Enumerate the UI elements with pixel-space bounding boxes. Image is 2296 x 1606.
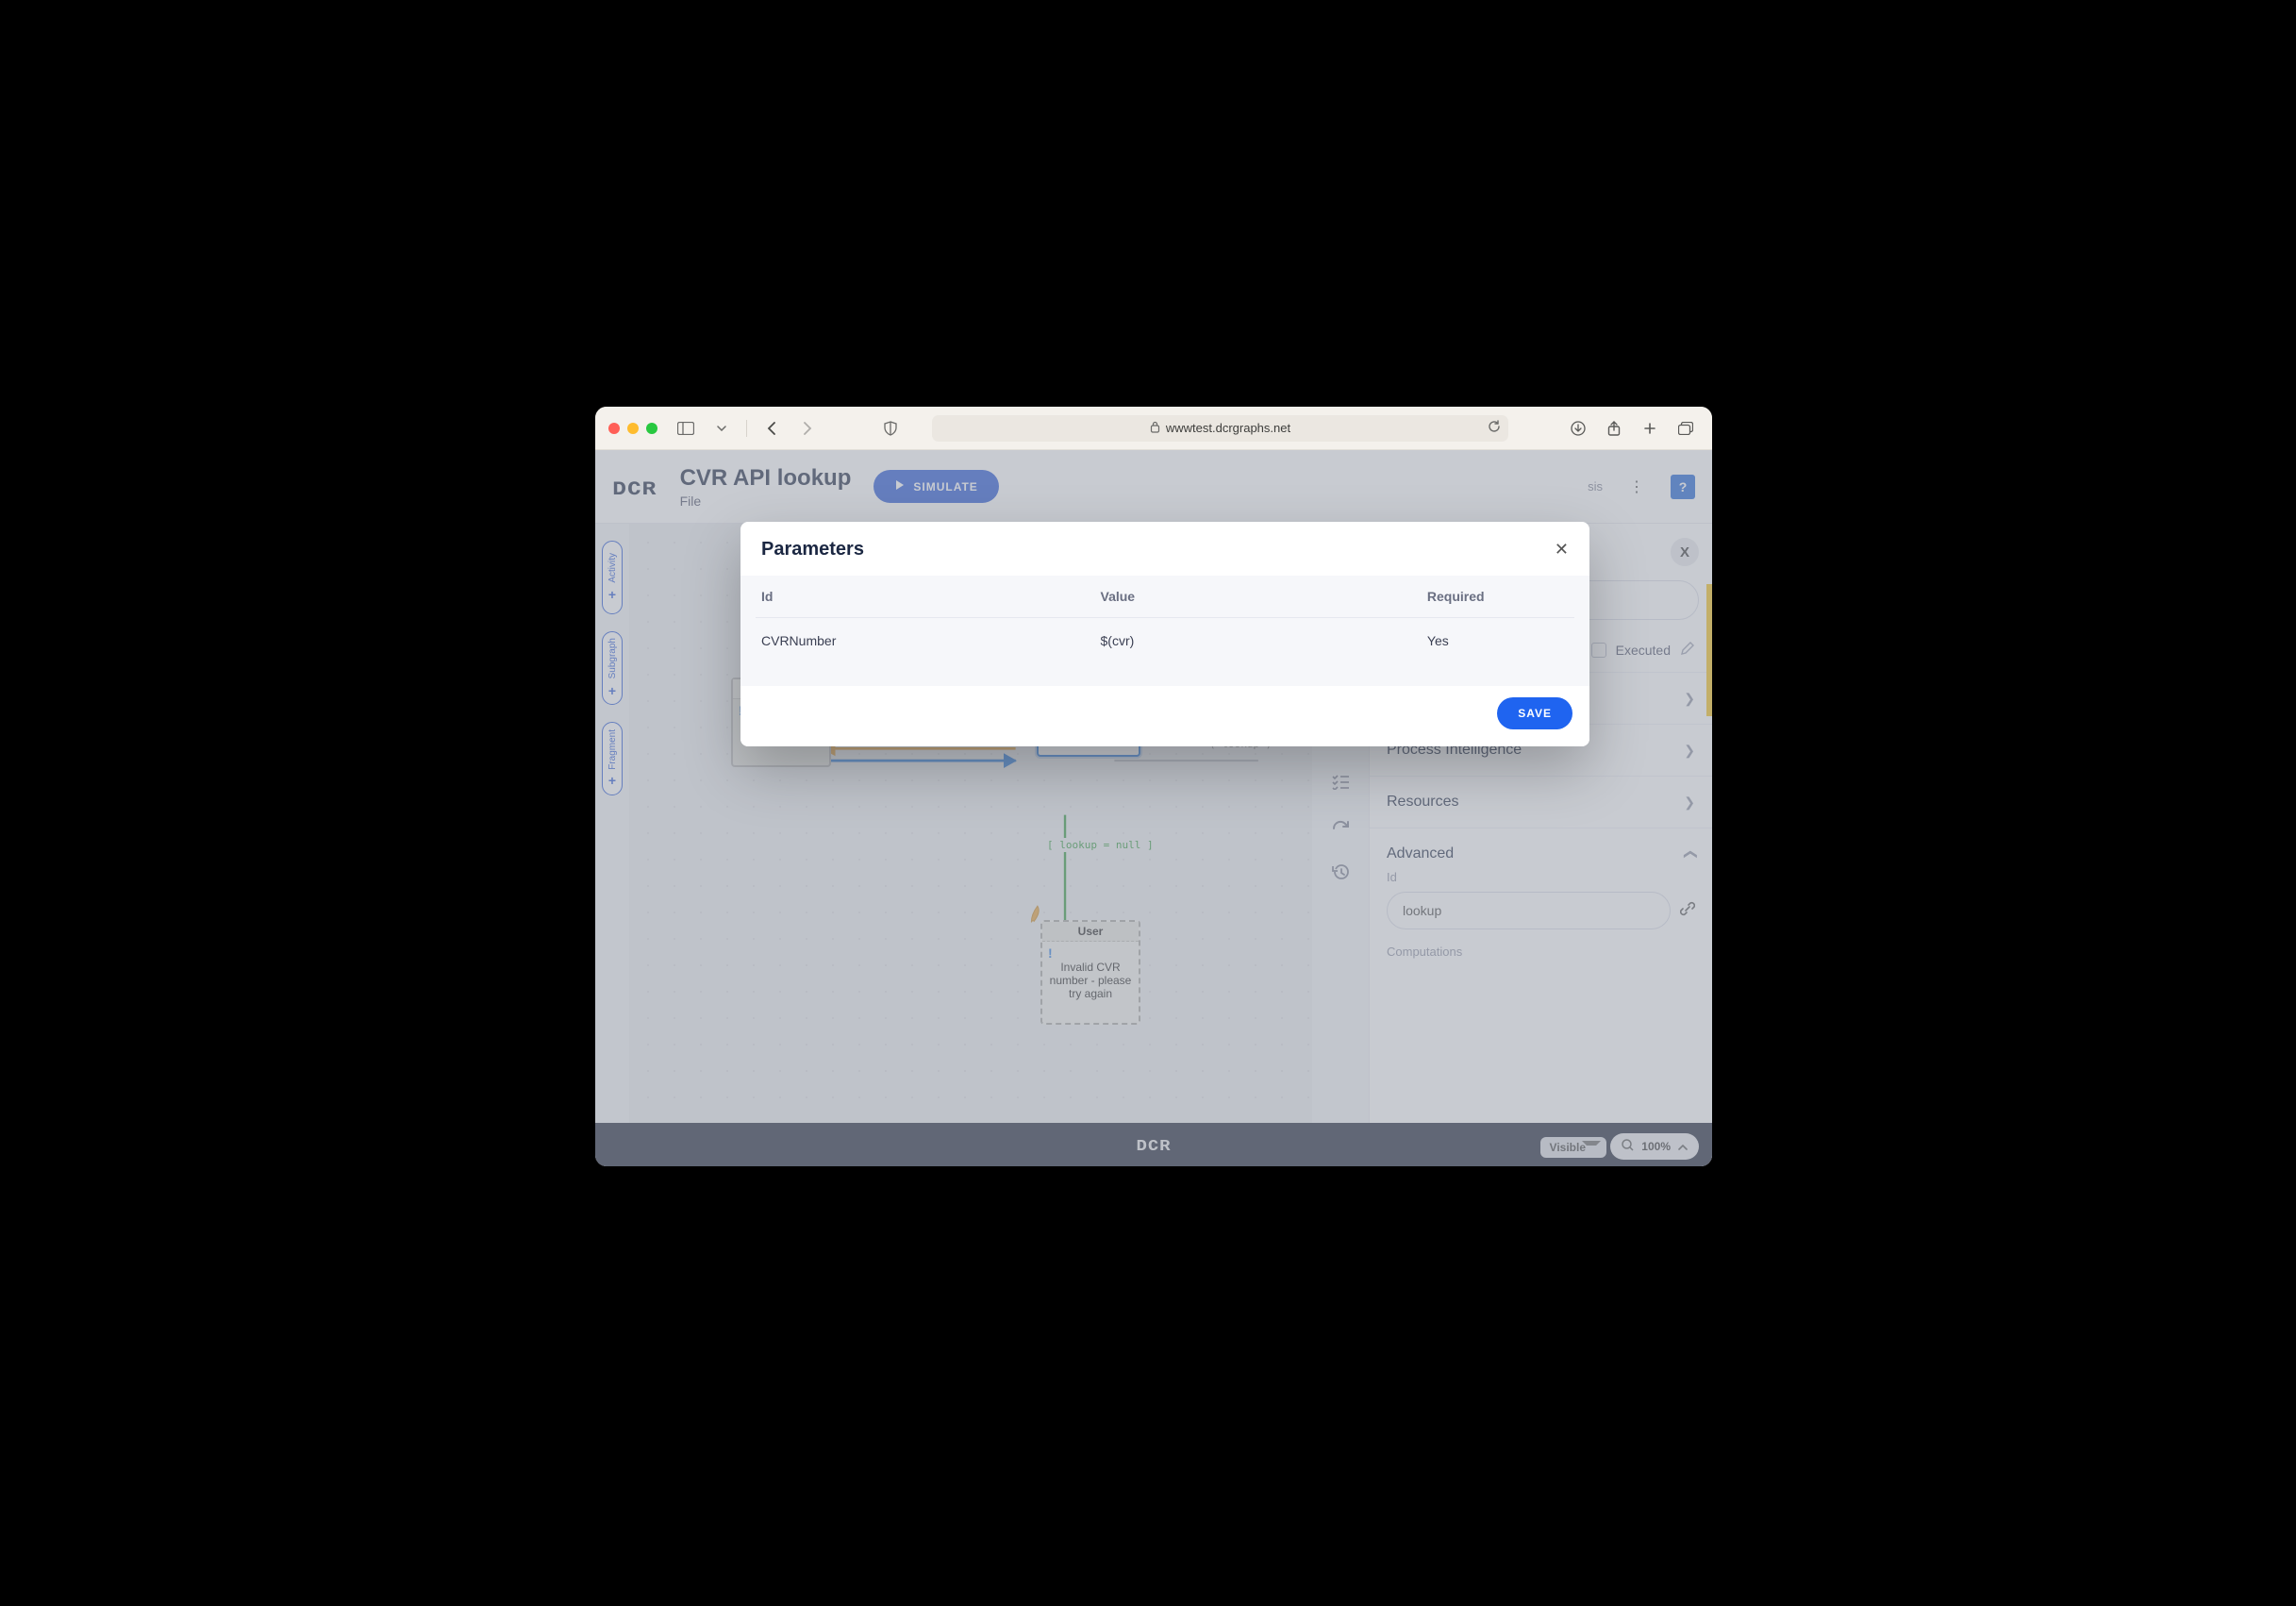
share-icon[interactable] [1601, 417, 1627, 440]
parameters-table: Id Value Required CVRNumber $(cvr) Yes [740, 576, 1589, 686]
modal-title: Parameters [761, 539, 864, 560]
shield-icon[interactable] [877, 417, 904, 440]
table-row[interactable]: CVRNumber $(cvr) Yes [756, 618, 1574, 663]
sidebar-toggle-icon[interactable] [673, 417, 699, 440]
cell-required: Yes [1423, 633, 1569, 648]
maximize-window-icon[interactable] [646, 423, 657, 434]
forward-icon[interactable] [794, 417, 821, 440]
cell-value: $(cvr) [1101, 633, 1423, 648]
close-window-icon[interactable] [608, 423, 620, 434]
address-bar[interactable]: wwwtest.dcrgraphs.net [932, 415, 1508, 442]
col-id: Id [761, 589, 1101, 604]
table-header-row: Id Value Required [756, 576, 1574, 618]
lock-icon [1150, 421, 1160, 436]
refresh-icon[interactable] [1488, 420, 1501, 436]
minimize-window-icon[interactable] [627, 423, 639, 434]
parameters-modal: Parameters ✕ Id Value Required CVRNumber… [740, 522, 1589, 746]
tabs-icon[interactable] [1672, 417, 1699, 440]
cell-id: CVRNumber [761, 633, 1101, 648]
col-value: Value [1101, 589, 1423, 604]
window-controls [608, 423, 657, 434]
col-required: Required [1423, 589, 1569, 604]
new-tab-icon[interactable] [1637, 417, 1663, 440]
address-text: wwwtest.dcrgraphs.net [1166, 421, 1290, 435]
chevron-down-icon[interactable] [708, 417, 735, 440]
save-button[interactable]: SAVE [1497, 697, 1572, 729]
downloads-icon[interactable] [1565, 417, 1591, 440]
browser-window: wwwtest.dcrgraphs.net ᴅᴄʀ [595, 407, 1712, 1166]
back-icon[interactable] [758, 417, 785, 440]
browser-chrome: wwwtest.dcrgraphs.net [595, 407, 1712, 450]
app: ᴅᴄʀ CVR API lookup File SIMULATE sis ⋮ ? [595, 450, 1712, 1166]
modal-close-button[interactable]: ✕ [1555, 540, 1569, 560]
